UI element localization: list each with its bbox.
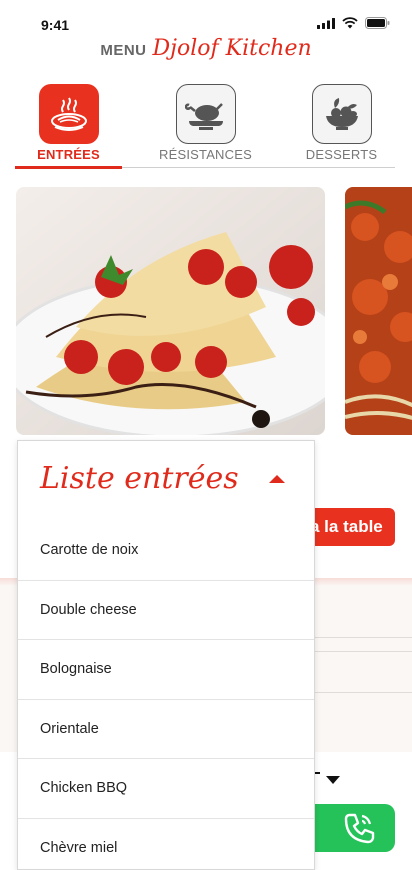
dropdown-item-label: Chicken BBQ: [40, 780, 128, 797]
tab-label: ENTRÉES: [37, 147, 100, 162]
caret-down-icon[interactable]: [326, 776, 340, 784]
dropdown-item-label: Orientale: [40, 720, 99, 737]
panel-divider: [314, 692, 412, 693]
dropdown-item-label: Carotte de noix: [40, 542, 139, 559]
dropdown-item[interactable]: Chicken BBQ: [18, 759, 314, 819]
tab-label: RÉSISTANCES: [159, 147, 252, 162]
caret-up-icon[interactable]: [269, 475, 285, 483]
active-tab-indicator: [15, 166, 122, 169]
dropdown-title: Liste entrées: [40, 461, 239, 496]
phone-icon: [344, 813, 374, 844]
dropdown-item-label: Bolognaise: [40, 661, 112, 678]
dish-carousel[interactable]: [16, 187, 412, 437]
dish-card-crepes[interactable]: [16, 187, 325, 435]
dropdown-item[interactable]: Chèvre miel: [18, 819, 314, 870]
strawberry-crepes-photo: [16, 187, 325, 435]
wifi-icon: [342, 17, 358, 29]
panel-divider: [314, 637, 412, 638]
dropdown-item[interactable]: Orientale: [18, 700, 314, 759]
dropdown-item[interactable]: Bolognaise: [18, 640, 314, 700]
spaghetti-plate-icon: [38, 84, 99, 144]
tab-label: DESSERTS: [305, 147, 378, 162]
app-header: MENU Djolof Kitchen: [0, 36, 412, 61]
dropdown-item-label: Double cheese: [40, 601, 137, 618]
category-tabs: ENTRÉES RÉSISTANCES DESSERTS: [15, 84, 395, 169]
dropdown-header[interactable]: Liste entrées: [18, 441, 314, 521]
dropdown-item-label: Chèvre miel: [40, 840, 118, 857]
dropdown-item[interactable]: Double cheese: [18, 581, 314, 640]
tomato-pasta-photo: [345, 187, 412, 435]
dish-card-pasta[interactable]: [345, 187, 412, 435]
brand-logo-text: Djolof Kitchen: [152, 36, 312, 61]
table-button-label: a la table: [310, 517, 383, 536]
signal-icon: [317, 17, 335, 29]
status-time: 9:41: [41, 17, 70, 33]
panel-divider: [314, 651, 412, 652]
battery-icon: [365, 17, 390, 29]
entrees-dropdown[interactable]: Liste entrées Carotte de noix Double che…: [17, 440, 315, 870]
dropdown-item[interactable]: Carotte de noix: [18, 521, 314, 581]
tab-resistances[interactable]: RÉSISTANCES: [152, 84, 259, 168]
status-icons: [317, 17, 390, 29]
roast-chicken-icon: [175, 84, 236, 144]
tab-desserts[interactable]: DESSERTS: [288, 84, 395, 168]
menu-label: MENU: [100, 42, 147, 59]
tab-entrees[interactable]: ENTRÉES: [15, 84, 122, 169]
fruit-bowl-icon: [311, 84, 372, 144]
